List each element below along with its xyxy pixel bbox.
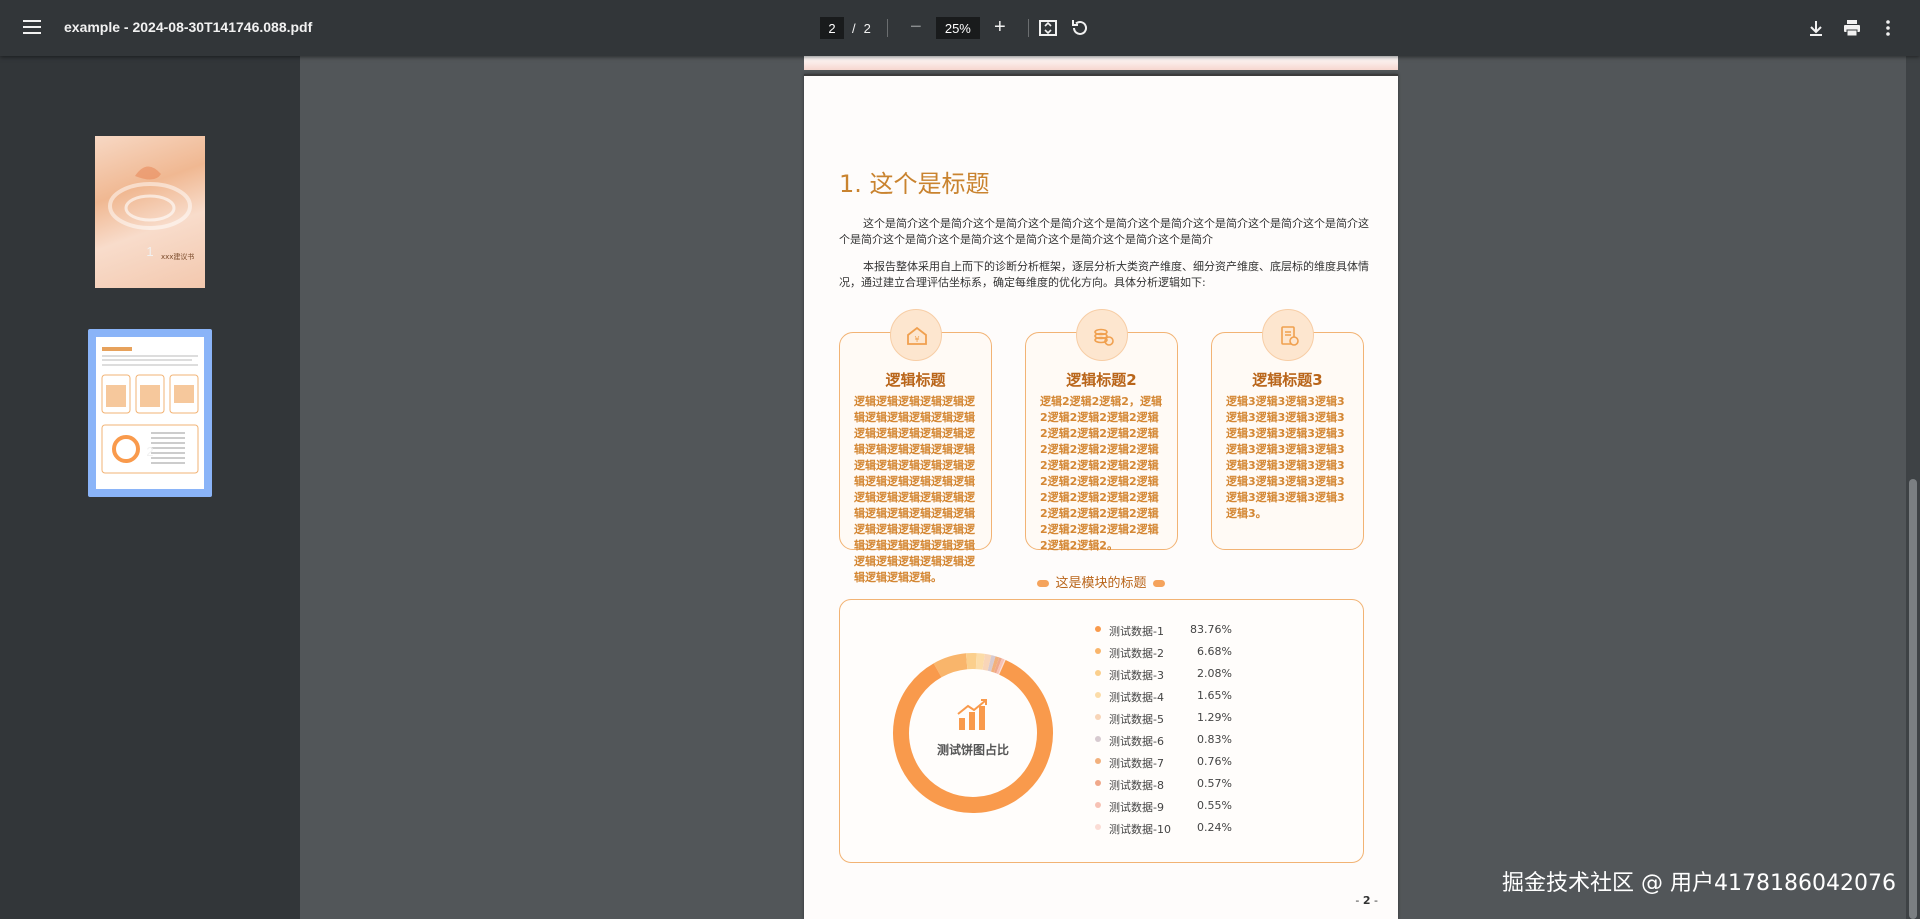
decor-dot-left [1037,580,1050,587]
logic-card-title: 逻辑标题3 [1252,371,1323,389]
legend-row: 测试数据-1 83.76% [1095,620,1255,642]
legend-row: 测试数据-6 0.83% [1095,730,1255,752]
legend-color-dot [1095,692,1101,698]
legend-label: 测试数据-2 [1109,647,1164,660]
pie-chart-panel: 测试饼图占比 测试数据-1 83.76% 测试数据-2 6.68% 测试数据-3 2.08… [839,599,1364,863]
legend-color-dot [1095,736,1101,742]
legend-value: 2.08% [1197,667,1232,680]
zoom-in-button[interactable]: + [988,16,1012,40]
legend-label: 测试数据-6 [1109,735,1164,748]
legend-row: 测试数据-7 0.76% [1095,752,1255,774]
menu-icon[interactable] [20,16,44,40]
framework-paragraph: 本报告整体采用自上而下的诊断分析框架，逐层分析大类资产维度、细分资产维度、底层标… [839,260,1369,289]
legend-row: 测试数据-8 0.57% [1095,774,1255,796]
thumbnail-page-2-selected[interactable] [88,329,212,497]
legend-value: 0.83% [1197,733,1232,746]
total-pages: 2 [863,20,871,36]
legend-row: 测试数据-10 0.24% [1095,818,1255,840]
legend-value: 6.68% [1197,645,1232,658]
thumbnail-page-1[interactable]: xxx建议书 [95,136,205,288]
legend-value: 0.76% [1197,755,1232,768]
legend-label: 测试数据-4 [1109,691,1164,704]
legend-color-dot [1095,780,1101,786]
more-options-icon[interactable] [1876,16,1900,40]
logic-card-2: 逻辑标题2 逻辑2逻辑2逻辑2，逻辑2逻辑2逻辑2逻辑2逻辑2逻辑2逻辑2逻辑2… [1025,309,1178,552]
legend-value: 1.65% [1197,689,1232,702]
legend-value: 1.29% [1197,711,1232,724]
legend-row: 测试数据-9 0.55% [1095,796,1255,818]
page-top-border [804,74,1398,76]
fit-page-icon[interactable] [1036,16,1060,40]
legend-label: 测试数据-10 [1109,823,1171,836]
legend-label: 测试数据-1 [1109,625,1164,638]
toolbar-divider [1027,19,1029,37]
document-title: example - 2024-08-30T141746.088.pdf [64,19,313,35]
document-viewport[interactable]: 1. 这个是标题 这个是简介这个是简介这个是简介这个是简介这个是简介这个是简介这… [300,56,1920,919]
pdf-page-2: 1. 这个是标题 这个是简介这个是简介这个是简介这个是简介这个是简介这个是简介这… [804,74,1398,919]
legend-color-dot [1095,714,1101,720]
legend-label: 测试数据-3 [1109,669,1164,682]
pdf-toolbar: example - 2024-08-30T141746.088.pdf / 2 … [0,0,1920,56]
legend-label: 测试数据-9 [1109,801,1164,814]
donut-center-label: 测试饼图占比 [936,743,1009,757]
thumbnail-label-2: 2 [146,444,154,459]
decor-dot-right [1152,580,1165,587]
thumbnail-preview [101,347,199,474]
document-money-icon [1262,309,1314,361]
page-number-input[interactable] [820,17,844,39]
site-watermark: 掘金技术社区 @ 用户4178186042076 [1502,871,1896,896]
legend-color-dot [1095,626,1101,632]
legend-row: 测试数据-3 2.08% [1095,664,1255,686]
logic-card-body: 逻辑3逻辑3逻辑3逻辑3逻辑3逻辑3逻辑3逻辑3逻辑3逻辑3逻辑3逻辑3逻辑3逻… [1226,395,1345,520]
house-money-icon: ¥ [890,309,942,361]
scrollbar-thumb[interactable] [1909,479,1917,919]
legend-label: 测试数据-7 [1109,757,1164,770]
zoom-input[interactable] [935,17,980,39]
zoom-out-button[interactable]: − [904,16,928,40]
legend-row: 测试数据-2 6.68% [1095,642,1255,664]
page-footer-number: - 2 - [1355,894,1378,907]
legend-color-dot [1095,824,1101,830]
legend-label: 测试数据-5 [1109,713,1164,726]
legend-value: 83.76% [1190,623,1232,636]
section-heading: 1. 这个是标题 [839,170,990,198]
legend-value: 0.57% [1197,777,1232,790]
rotate-icon[interactable] [1068,16,1092,40]
legend-value: 0.24% [1197,821,1232,834]
donut-center: 测试饼图占比 [888,648,1058,818]
legend-color-dot [1095,670,1101,676]
module-title: 这是模块的标题 [804,572,1398,591]
logic-card-title: 逻辑标题2 [1066,371,1137,389]
thumbnail-sidebar: xxx建议书 1 2 [0,56,300,919]
legend-row: 测试数据-4 1.65% [1095,686,1255,708]
page-controls: / 2 − + [820,16,1037,40]
intro-paragraph: 这个是简介这个是简介这个是简介这个是简介这个是简介这个是简介这个是简介这个是简介… [839,217,1369,246]
logic-card-body: 逻辑2逻辑2逻辑2，逻辑2逻辑2逻辑2逻辑2逻辑2逻辑2逻辑2逻辑2逻辑2逻辑2… [1040,395,1162,552]
logic-card-title: 逻辑标题 [885,371,946,389]
page-separator: / [852,20,856,36]
legend-row: 测试数据-5 1.29% [1095,708,1255,730]
logic-card-1: ¥ 逻辑标题 逻辑逻辑逻辑逻辑逻辑逻辑逻辑逻辑逻辑逻辑逻辑逻辑逻辑逻辑逻辑逻辑逻… [839,309,992,584]
logic-card-3: 逻辑标题3 逻辑3逻辑3逻辑3逻辑3逻辑3逻辑3逻辑3逻辑3逻辑3逻辑3逻辑3逻… [1211,309,1364,550]
legend-color-dot [1095,802,1101,808]
module-title-text: 这是模块的标题 [1055,576,1147,591]
legend-label: 测试数据-8 [1109,779,1164,792]
previous-page-edge [804,56,1398,70]
toolbar-divider [886,19,888,37]
thumbnail-label-1: 1 [146,244,154,259]
cover-image [108,166,192,230]
legend-color-dot [1095,648,1101,654]
print-icon[interactable] [1840,16,1864,40]
download-icon[interactable] [1804,16,1828,40]
coins-icon [1076,309,1128,361]
svg-text:¥: ¥ [914,335,919,344]
vertical-scrollbar[interactable] [1906,56,1920,919]
bar-chart-trend-icon [957,699,987,730]
thumbnail-page-2[interactable] [96,337,204,489]
logic-card-body: 逻辑逻辑逻辑逻辑逻辑逻辑逻辑逻辑逻辑逻辑逻辑逻辑逻辑逻辑逻辑逻辑逻辑逻辑逻辑逻辑… [854,395,975,584]
chart-legend: 测试数据-1 83.76% 测试数据-2 6.68% 测试数据-3 2.08% 测试数据-4… [1095,620,1255,840]
legend-value: 0.55% [1197,799,1232,812]
legend-color-dot [1095,758,1101,764]
